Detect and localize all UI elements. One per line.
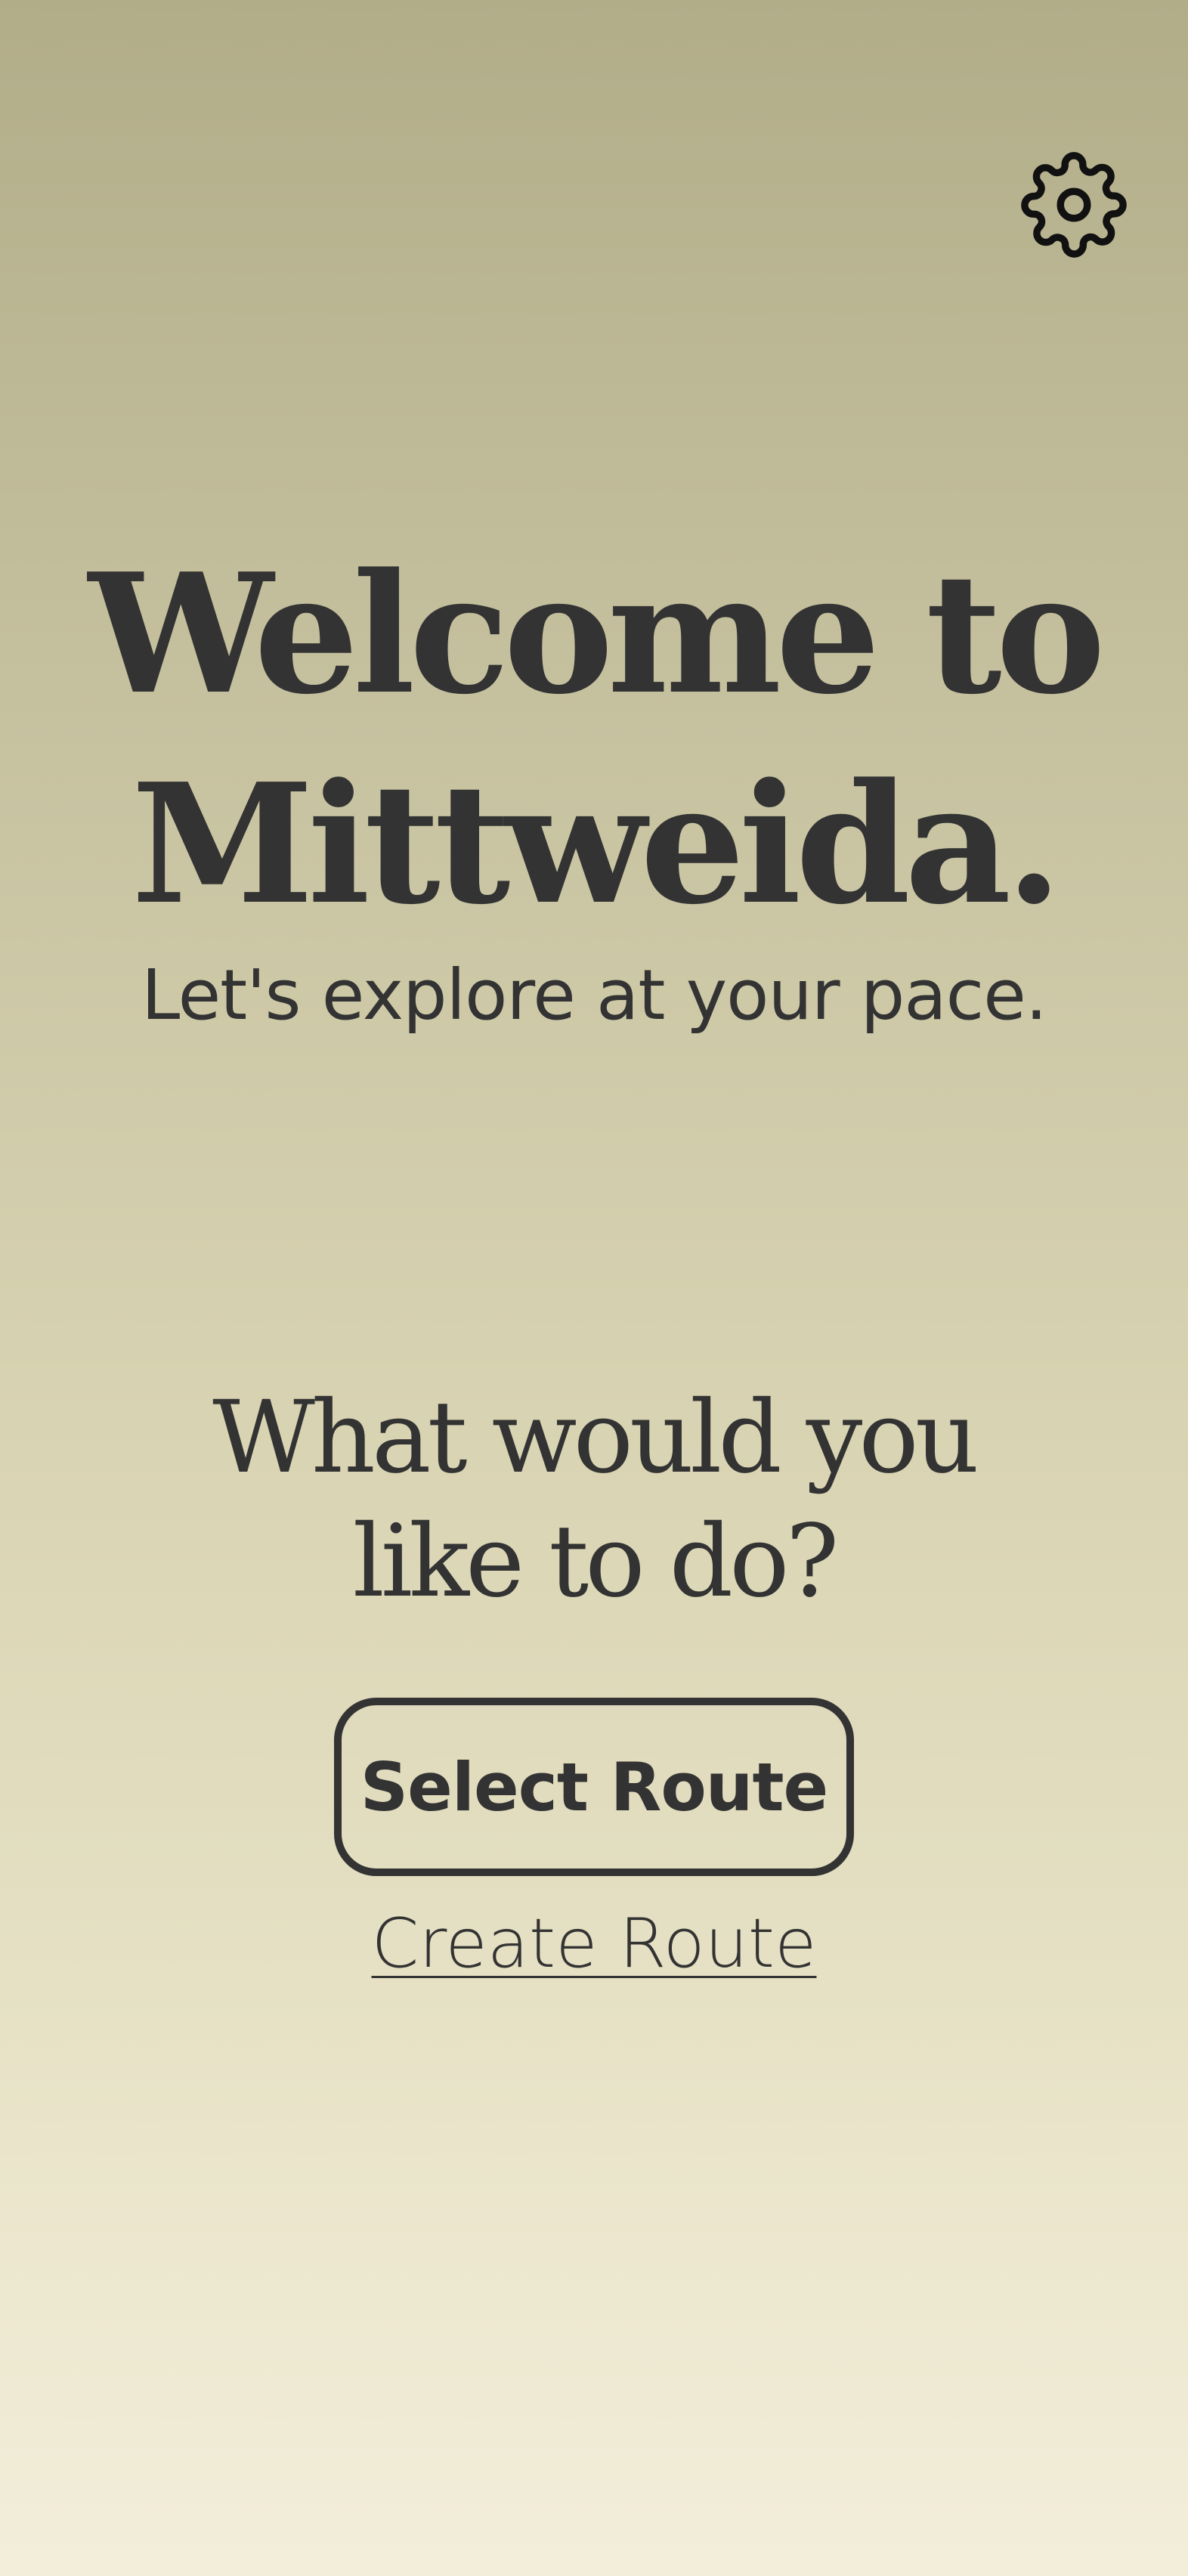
question-line2: like to do? (352, 1503, 840, 1620)
question-heading: What would you like to do? (0, 1376, 1188, 1624)
settings-button[interactable] (1020, 151, 1128, 259)
welcome-title: Welcome to Mittweida. (0, 529, 1188, 949)
question-line1: What would you (212, 1379, 979, 1496)
welcome-title-line2: Mittweida. (131, 748, 1063, 941)
select-route-button[interactable]: Select Route (334, 1698, 854, 1876)
welcome-title-line1: Welcome to (88, 537, 1106, 731)
create-route-link[interactable]: Create Route (372, 1904, 817, 1983)
tagline: Let's explore at your pace. (141, 955, 1047, 1036)
gear-icon (1021, 152, 1127, 258)
create-route-container: Create Route (0, 1899, 1188, 1989)
